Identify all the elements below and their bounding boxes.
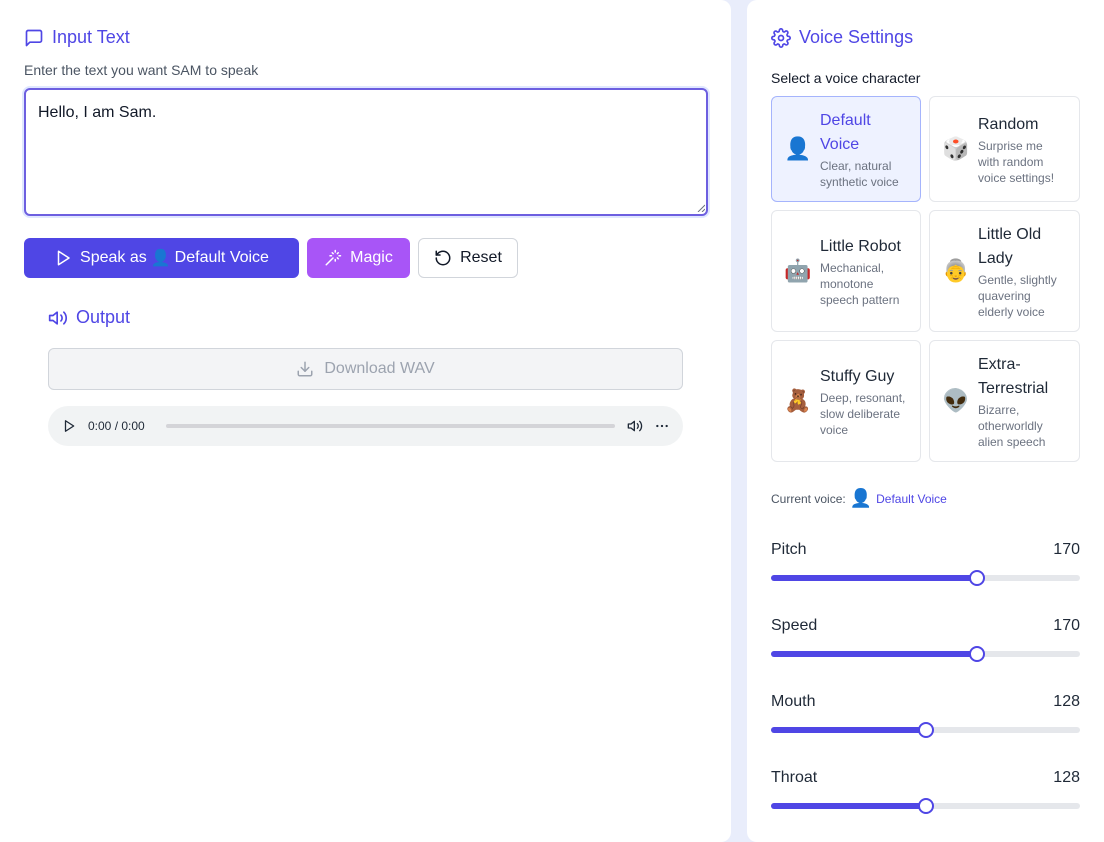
voice-card-name: Default Voice xyxy=(820,111,871,153)
voice-card-name: Little Old Lady xyxy=(978,225,1042,267)
voice-card-extra-terrestrial[interactable]: 👽 Extra-Terrestrial Bizarre, otherworldly… xyxy=(929,340,1080,462)
speak-button-emoji: 👤 xyxy=(150,250,171,267)
input-text-title: Input Text xyxy=(24,27,130,48)
voice-card-default[interactable]: 👤 Default Voice Clear, natural synthetic … xyxy=(771,96,921,202)
current-voice: Current voice: 👤 Default Voice xyxy=(771,488,947,509)
audio-more-icon[interactable] xyxy=(655,419,669,433)
audio-time: 0:00 / 0:00 xyxy=(88,419,145,433)
voice-card-random[interactable]: 🎲 Random Surprise me with random voice se… xyxy=(929,96,1080,202)
magic-button-label: Magic xyxy=(350,249,393,266)
voice-card-name: Random xyxy=(978,115,1039,133)
old-lady-icon: 👵 xyxy=(942,258,970,283)
mouth-slider-thumb[interactable] xyxy=(918,722,935,738)
voice-card-desc: Mechanical, monotone speech pattern xyxy=(820,260,900,307)
speed-slider-thumb[interactable] xyxy=(969,646,985,662)
speed-slider-fill xyxy=(771,651,977,657)
mouth-label: Mouth xyxy=(771,693,816,710)
resize-handle-icon[interactable] xyxy=(697,204,705,212)
output-title: Output xyxy=(48,307,130,328)
voice-settings-title: Voice Settings xyxy=(771,27,913,48)
throat-value: 128 xyxy=(1053,769,1080,786)
throat-slider-fill xyxy=(771,803,927,809)
audio-play-icon[interactable] xyxy=(62,419,76,433)
current-voice-label: Current voice: xyxy=(771,491,846,506)
speak-button-voice: Default Voice xyxy=(174,249,269,266)
audio-progress-bar[interactable] xyxy=(166,424,615,428)
mouth-slider[interactable] xyxy=(771,722,1080,738)
voice-card-name: Extra-Terrestrial xyxy=(978,355,1049,397)
voice-card-little-old-lady[interactable]: 👵 Little Old Lady Gentle, slightly quaver… xyxy=(929,210,1080,332)
pitch-value: 170 xyxy=(1053,541,1080,558)
audio-volume-icon[interactable] xyxy=(627,418,643,434)
download-wav-label: Download WAV xyxy=(324,360,435,377)
throat-slider-thumb[interactable] xyxy=(918,798,935,814)
magic-button[interactable]: Magic xyxy=(307,238,410,278)
voice-card-little-robot[interactable]: 🤖 Little Robot Mechanical, monotone speec… xyxy=(771,210,921,332)
gear-icon xyxy=(771,27,791,48)
speak-button-prefix: Speak as xyxy=(80,249,147,266)
rotate-ccw-icon xyxy=(435,250,451,266)
input-hint: Enter the text you want SAM to speak xyxy=(24,62,259,78)
voice-card-desc: Bizarre, otherworldly alien speech xyxy=(978,402,1046,449)
dice-icon: 🎲 xyxy=(942,136,970,161)
voice-card-desc: Gentle, slightly quavering elderly voice xyxy=(978,272,1057,319)
message-square-icon xyxy=(25,29,43,46)
voice-card-name: Little Robot xyxy=(820,237,901,255)
download-wav-button[interactable]: Download WAV xyxy=(48,348,683,390)
mouth-value: 128 xyxy=(1053,693,1080,710)
throat-label: Throat xyxy=(771,769,818,786)
speech-text-input[interactable]: Hello, I am Sam. xyxy=(24,88,708,216)
throat-slider[interactable] xyxy=(771,798,1080,814)
pitch-slider-fill xyxy=(771,575,977,581)
alien-icon: 👽 xyxy=(942,388,970,413)
speak-button[interactable]: Speak as 👤 Default Voice xyxy=(24,238,299,278)
voice-card-stuffy-guy[interactable]: 🧸 Stuffy Guy Deep, resonant, slow deliber… xyxy=(771,340,921,462)
input-text-title-label: Input Text xyxy=(52,27,130,47)
magic-wand-icon xyxy=(325,249,342,266)
voice-card-desc: Clear, natural synthetic voice xyxy=(820,158,899,189)
teddy-bear-icon: 🧸 xyxy=(784,388,812,413)
robot-icon: 🤖 xyxy=(784,258,812,283)
audio-player: 0:00 / 0:00 xyxy=(48,406,683,446)
speaker-icon xyxy=(48,310,68,325)
select-voice-label: Select a voice character xyxy=(771,70,921,86)
pitch-label: Pitch xyxy=(771,541,807,558)
reset-button[interactable]: Reset xyxy=(418,238,518,278)
reset-button-label: Reset xyxy=(460,249,502,266)
download-icon xyxy=(297,361,313,377)
voice-card-desc: Surprise me with random voice settings! xyxy=(978,138,1055,185)
speed-value: 170 xyxy=(1053,617,1080,634)
speed-slider[interactable] xyxy=(771,646,1080,662)
speed-label: Speed xyxy=(771,617,818,634)
play-icon xyxy=(57,250,70,266)
current-voice-name: Default Voice xyxy=(876,491,947,506)
person-icon: 👤 xyxy=(784,136,812,161)
voice-card-desc: Deep, resonant, slow deliberate voice xyxy=(820,390,906,437)
voice-settings-title-label: Voice Settings xyxy=(799,27,914,47)
output-title-label: Output xyxy=(76,307,131,327)
pitch-slider-thumb[interactable] xyxy=(969,570,985,586)
current-voice-person-icon: 👤 xyxy=(849,488,873,508)
voice-card-name: Stuffy Guy xyxy=(820,367,895,385)
pitch-slider[interactable] xyxy=(771,570,1080,586)
mouth-slider-fill xyxy=(771,727,927,733)
